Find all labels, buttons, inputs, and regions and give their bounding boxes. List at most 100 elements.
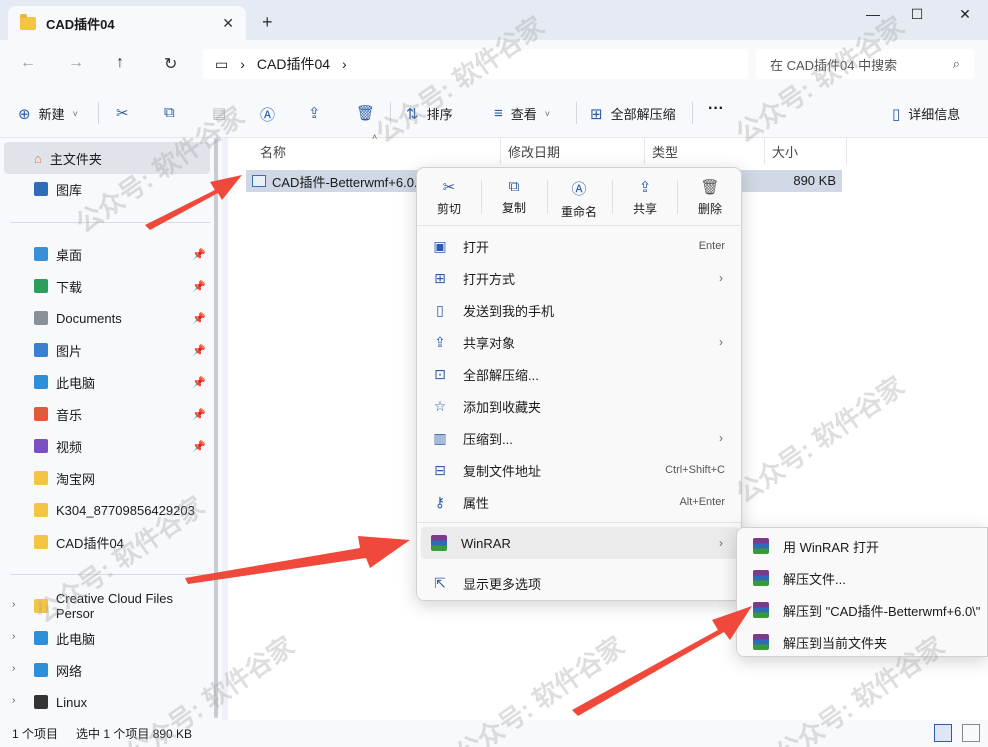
up-icon[interactable]: ↑	[116, 54, 124, 72]
tab-cad04[interactable]: CAD插件04 ✕	[8, 6, 246, 40]
maximize-button[interactable]: ☐	[902, 6, 932, 23]
details-label: 详细信息	[908, 107, 961, 122]
sidebar-item[interactable]: 视频 📌	[34, 432, 214, 460]
share-icon: ⇪	[638, 179, 652, 196]
menu-item-label: 属性	[463, 495, 490, 511]
sidebar-item[interactable]: 此电脑 📌	[34, 368, 214, 396]
refresh-icon[interactable]: ↻	[164, 54, 177, 74]
column-header-type[interactable]: 类型	[652, 142, 678, 161]
gallery-icon	[34, 182, 48, 196]
more-options-button[interactable]: ···	[708, 100, 724, 118]
menu-item-label: 共享对象	[463, 335, 516, 351]
search-icon: ⌕	[952, 56, 960, 71]
column-header-size[interactable]: 大小	[772, 142, 798, 161]
star-icon: ☆	[433, 397, 447, 414]
new-button[interactable]: ⊕ 新建 ˅	[18, 104, 78, 123]
show-more-icon: ⇱	[434, 574, 446, 591]
menu-item-label: 添加到收藏夹	[463, 399, 542, 415]
cut-action[interactable]: ✂ 剪切	[419, 178, 479, 217]
copy-path-icon: ⊟	[434, 461, 446, 478]
copy-action[interactable]: ⧉ 复制	[484, 178, 544, 216]
extract-icon: ⊡	[434, 365, 446, 382]
open-icon: ▣	[433, 237, 447, 254]
sidebar-scrollbar[interactable]	[214, 138, 218, 718]
file-name: CAD插件-Betterwmf+6.0.zip	[272, 174, 435, 190]
menu-item-winrar[interactable]: WinRAR ›	[421, 527, 739, 559]
extract-all-button[interactable]: ⊞ 全部解压缩	[590, 104, 676, 123]
sidebar-item[interactable]: 图片 📌	[34, 336, 214, 364]
action-divider	[612, 180, 613, 214]
menu-item-show-more[interactable]: ⇱ 显示更多选项	[421, 567, 739, 599]
sidebar-item-label: 此电脑	[56, 375, 96, 391]
column-divider[interactable]	[764, 138, 765, 164]
sidebar-item-label: 淘宝网	[56, 471, 96, 487]
pin-icon: 📌	[192, 280, 206, 293]
pin-icon: 📌	[192, 440, 206, 453]
copy-icon[interactable]: ⧉	[164, 104, 175, 121]
submenu-extract-to-folder[interactable]: 解压到 "CAD插件-Betterwmf+6.0\"	[741, 594, 987, 626]
shortcut-hint: Ctrl+Shift+C	[665, 464, 725, 476]
details-view-button[interactable]	[934, 724, 952, 742]
sidebar-item-label: 图片	[56, 343, 83, 359]
menu-divider	[417, 522, 743, 523]
chevron-right-icon[interactable]: ›	[342, 56, 347, 72]
tree-item[interactable]: 此电脑	[34, 624, 214, 652]
menu-item[interactable]: ▥ 压缩到... ›	[421, 422, 739, 454]
winrar-icon	[753, 570, 769, 586]
menu-item[interactable]: ⊡ 全部解压缩...	[421, 358, 739, 390]
menu-item[interactable]: ⇪ 共享对象 ›	[421, 326, 739, 358]
menu-item[interactable]: ⊞ 打开方式 ›	[421, 262, 739, 294]
sidebar-item[interactable]: 桌面 📌	[34, 240, 214, 268]
close-window-button[interactable]: ✕	[950, 6, 980, 23]
cut-icon[interactable]: ✂	[116, 104, 129, 122]
menu-item[interactable]: ▯ 发送到我的手机	[421, 294, 739, 326]
submenu-extract-files[interactable]: 解压文件...	[741, 562, 987, 594]
action-divider	[677, 180, 678, 214]
item-icon	[34, 503, 48, 517]
rename-icon[interactable]: Ⓐ	[260, 104, 275, 125]
expand-chevron-icon[interactable]: ›	[12, 663, 15, 674]
zip-file-icon	[252, 175, 266, 187]
rename-action[interactable]: Ⓐ 重命名	[549, 178, 609, 220]
details-pane-button[interactable]: ▯ 详细信息	[892, 104, 960, 123]
menu-item[interactable]: ▣ 打开 Enter	[421, 230, 739, 262]
share-icon[interactable]: ⇪	[308, 104, 321, 122]
item-icon	[34, 247, 48, 261]
open-with-icon: ⊞	[434, 269, 446, 286]
submenu-open-with-winrar[interactable]: 用 WinRAR 打开	[741, 530, 987, 562]
tiles-view-button[interactable]	[962, 724, 980, 742]
delete-action[interactable]: 🗑 删除	[680, 178, 740, 217]
forward-icon[interactable]: →	[68, 54, 84, 72]
column-divider[interactable]	[644, 138, 645, 164]
expand-chevron-icon[interactable]: ›	[12, 631, 15, 642]
expand-chevron-icon[interactable]: ›	[12, 599, 15, 610]
submenu-extract-here[interactable]: 解压到当前文件夹	[741, 626, 987, 656]
pin-icon: 📌	[192, 344, 206, 357]
sidebar-item[interactable]: Documents 📌	[34, 304, 214, 332]
item-icon	[34, 631, 48, 645]
view-icon: ≡	[494, 105, 503, 122]
action-label: 剪切	[436, 202, 461, 216]
expand-chevron-icon[interactable]: ›	[12, 695, 15, 706]
column-divider[interactable]	[500, 138, 501, 164]
menu-item[interactable]: ⚷ 属性 Alt+Enter	[421, 486, 739, 518]
column-header-modified[interactable]: 修改日期	[508, 142, 560, 161]
sidebar-item[interactable]: 音乐 📌	[34, 400, 214, 428]
new-tab-button[interactable]: +	[262, 12, 273, 33]
tree-item-label: 此电脑	[56, 631, 96, 647]
action-label: 删除	[697, 202, 722, 216]
menu-item[interactable]: ⊟ 复制文件地址 Ctrl+Shift+C	[421, 454, 739, 486]
column-header-name[interactable]: 名称	[260, 142, 286, 161]
menu-item-label: 打开方式	[463, 271, 516, 287]
tree-item[interactable]: 网络	[34, 656, 214, 684]
action-label: 共享	[632, 202, 657, 216]
navigation-pane: ⌂ 主文件夹 图库 桌面 📌 下载 📌 Documents 📌 图片 📌 此电脑 📌 音乐 📌 视频 📌 淘…	[0, 138, 222, 720]
back-icon[interactable]: ←	[20, 54, 36, 72]
menu-item[interactable]: ☆ 添加到收藏夹	[421, 390, 739, 422]
tab-close-icon[interactable]: ✕	[222, 15, 234, 32]
column-divider[interactable]	[846, 138, 847, 164]
address-path[interactable]: CAD插件04	[257, 54, 330, 74]
view-button[interactable]: ≡ 查看 ˅	[494, 104, 550, 123]
share-action[interactable]: ⇪ 共享	[615, 178, 675, 217]
sidebar-item[interactable]: 下载 📌	[34, 272, 214, 300]
